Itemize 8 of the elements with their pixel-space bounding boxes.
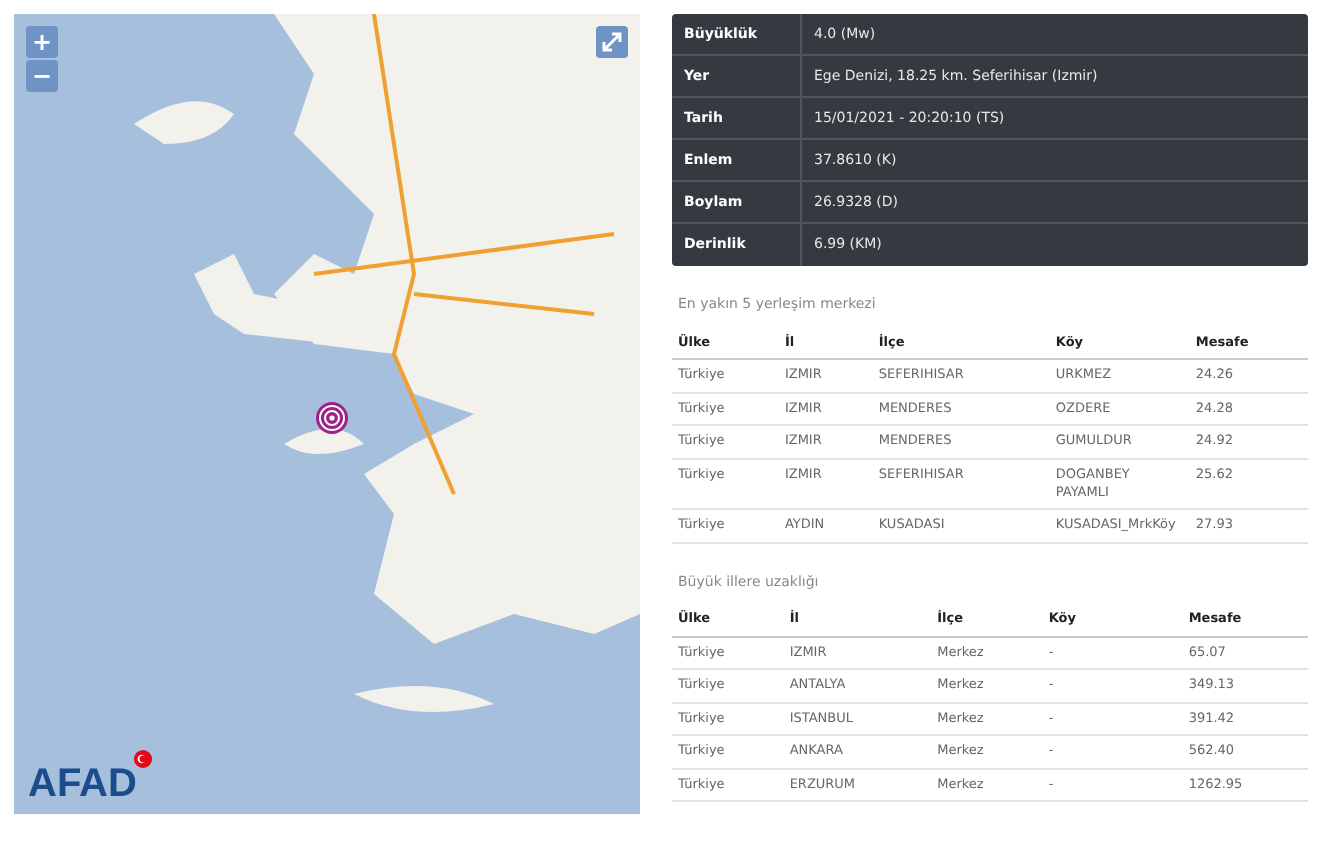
logo-text: AFAD [28,764,137,804]
flag-icon [134,750,152,768]
map[interactable]: + − AFAD [14,14,640,814]
expand-icon [600,30,624,54]
fullscreen-button[interactable] [596,26,628,58]
zoom-in-button[interactable]: + [26,26,58,58]
zoom-out-button[interactable]: − [26,60,58,92]
epicenter-marker-icon[interactable] [314,400,350,436]
